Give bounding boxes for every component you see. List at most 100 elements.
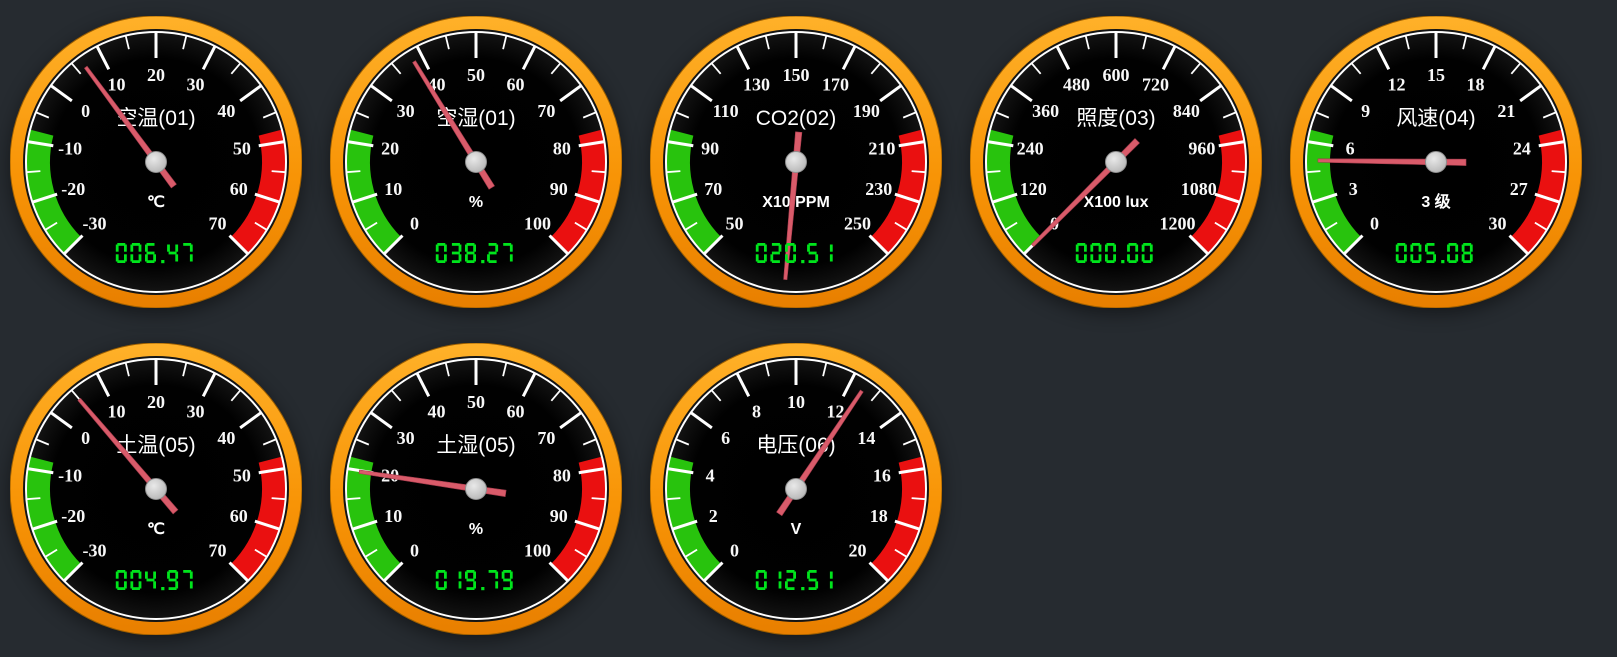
gauge-电压(06): 02468101214161820电压(06)V — [650, 343, 942, 635]
tick-label: 10 — [108, 75, 126, 95]
tick-label: 8 — [752, 402, 761, 422]
needle-hub — [146, 152, 167, 173]
tick-label: 60 — [507, 402, 525, 422]
gauge-unit: % — [469, 194, 483, 211]
gauge-title: 照度(03) — [1076, 107, 1155, 130]
tick-label: 3 — [1349, 179, 1358, 199]
needle-hub — [466, 152, 487, 173]
gauge-unit: ℃ — [147, 194, 165, 211]
tick-label: 90 — [550, 179, 568, 199]
tick-label: 16 — [873, 465, 891, 485]
tick-label: -10 — [58, 138, 82, 158]
tick-label: 10 — [384, 179, 402, 199]
gauge-title: 风速(04) — [1396, 107, 1475, 130]
tick-label: -30 — [83, 541, 107, 561]
tick-label: 360 — [1032, 101, 1059, 121]
gauge-土湿(05): 0102030405060708090100土湿(05)% — [330, 343, 622, 635]
gauge-title: CO2(02) — [756, 107, 837, 130]
tick-label: 60 — [230, 506, 248, 526]
gauge-照度(03): 012024036048060072084096010801200照度(03)X… — [970, 16, 1262, 308]
tick-label: 110 — [713, 101, 739, 121]
tick-label: 100 — [524, 541, 551, 561]
tick-label: 240 — [1017, 138, 1044, 158]
tick-label: -20 — [61, 506, 85, 526]
needle-hub — [1426, 152, 1447, 173]
tick-label: 70 — [209, 541, 227, 561]
tick-label: 0 — [410, 541, 419, 561]
tick-label: 20 — [381, 138, 399, 158]
tick-label: 30 — [187, 402, 205, 422]
needle-hub — [466, 479, 487, 500]
tick-label: 70 — [209, 214, 227, 234]
tick-label: 24 — [1513, 138, 1531, 158]
tick-label: 15 — [1427, 65, 1445, 85]
tick-label: 10 — [787, 392, 805, 412]
tick-label: 50 — [467, 65, 485, 85]
tick-label: 18 — [870, 506, 888, 526]
tick-label: 2 — [709, 506, 718, 526]
tick-label: 1080 — [1181, 179, 1217, 199]
needle-hub — [146, 479, 167, 500]
tick-label: 0 — [81, 428, 90, 448]
tick-label: 230 — [865, 179, 892, 199]
tick-label: 170 — [822, 75, 849, 95]
tick-label: -30 — [83, 214, 107, 234]
gauge-土温(05): -30-20-10010203040506070土温(05)℃ — [10, 343, 302, 635]
tick-label: 480 — [1063, 75, 1090, 95]
tick-label: 0 — [81, 101, 90, 121]
gauge-unit: X10 PPM — [762, 194, 830, 211]
tick-label: 0 — [410, 214, 419, 234]
tick-label: 50 — [726, 214, 744, 234]
tick-label: 20 — [147, 392, 165, 412]
needle-hub — [1106, 152, 1127, 173]
tick-label: 0 — [1370, 214, 1379, 234]
tick-label: 40 — [217, 428, 235, 448]
tick-label: 50 — [467, 392, 485, 412]
tick-label: 6 — [721, 428, 730, 448]
tick-label: 30 — [187, 75, 205, 95]
tick-label: -10 — [58, 465, 82, 485]
tick-label: 9 — [1361, 101, 1370, 121]
tick-label: 70 — [537, 101, 555, 121]
tick-label: 27 — [1510, 179, 1528, 199]
gauge-unit: X100 lux — [1084, 194, 1149, 211]
tick-label: 100 — [524, 214, 551, 234]
tick-label: 40 — [217, 101, 235, 121]
tick-label: 50 — [233, 465, 251, 485]
tick-label: 80 — [553, 465, 571, 485]
gauge-空温(01): -30-20-10010203040506070空温(01)℃ — [10, 16, 302, 308]
gauge-dashboard: -30-20-10010203040506070空温(01)℃010203040… — [0, 0, 1617, 657]
tick-label: 20 — [147, 65, 165, 85]
gauge-unit: V — [791, 521, 802, 538]
gauge-unit: 3 级 — [1421, 192, 1451, 211]
gauge-unit: % — [469, 521, 483, 538]
tick-label: 30 — [1489, 214, 1507, 234]
tick-label: -20 — [61, 179, 85, 199]
gauge-CO2(02): 507090110130150170190210230250CO2(02)X10… — [650, 16, 942, 308]
needle-hub — [786, 152, 807, 173]
tick-label: 30 — [397, 101, 415, 121]
tick-label: 10 — [108, 402, 126, 422]
tick-label: 18 — [1467, 75, 1485, 95]
tick-label: 130 — [743, 75, 770, 95]
tick-label: 60 — [507, 75, 525, 95]
tick-label: 12 — [1388, 75, 1406, 95]
tick-label: 90 — [550, 506, 568, 526]
tick-label: 21 — [1497, 101, 1515, 121]
tick-label: 40 — [428, 402, 446, 422]
tick-label: 960 — [1188, 138, 1215, 158]
tick-label: 840 — [1173, 101, 1200, 121]
tick-label: 120 — [1020, 179, 1047, 199]
gauge-风速(04): 036912151821242730风速(04)3 级 — [1290, 16, 1582, 308]
tick-label: 4 — [706, 465, 715, 485]
gauge-unit: ℃ — [147, 521, 165, 538]
tick-label: 10 — [384, 506, 402, 526]
tick-label: 30 — [397, 428, 415, 448]
tick-label: 1200 — [1160, 214, 1196, 234]
tick-label: 50 — [233, 138, 251, 158]
tick-label: 250 — [844, 214, 871, 234]
tick-label: 150 — [783, 65, 810, 85]
tick-label: 70 — [537, 428, 555, 448]
tick-label: 70 — [704, 179, 722, 199]
gauge-空湿(01): 0102030405060708090100空湿(01)% — [330, 16, 622, 308]
